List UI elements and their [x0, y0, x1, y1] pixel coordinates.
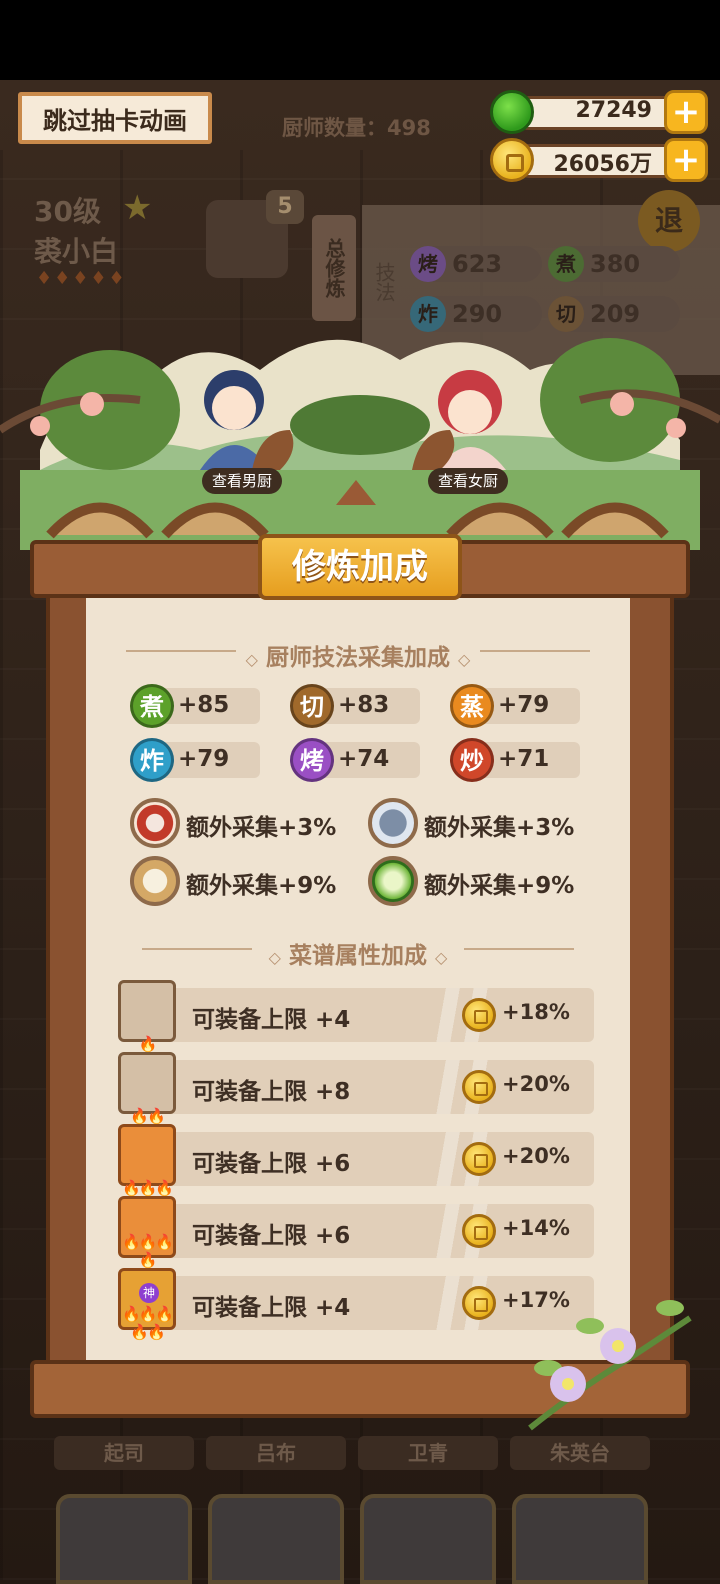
skill-cut: 切 +83 [290, 684, 420, 728]
recipe-book-icon: 🔥🔥 [118, 1052, 176, 1125]
recipe-book-icon: 🔥 [118, 980, 176, 1053]
skill-value: +83 [338, 692, 390, 718]
extra-collect-meat: 额外采集+3% [130, 798, 360, 848]
total-training-button: 总修炼 [312, 215, 356, 321]
chef-count: 厨师数量：498 [282, 116, 431, 140]
chef-list-name: 起司 [54, 1436, 194, 1470]
stirfry-icon: 炒 [450, 738, 494, 782]
chef-list-name: 吕布 [206, 1436, 346, 1470]
extra-collect-fish: 额外采集+3% [368, 798, 598, 848]
flour-icon [130, 856, 180, 906]
coin-icon [462, 1286, 496, 1320]
jade-currency: 27249 + [490, 90, 708, 134]
recipe-bonus-row: 🔥🔥🔥🔥 可装备上限 +6 +14% [118, 1196, 594, 1269]
extra-collect-vegetable: 额外采集+9% [368, 856, 598, 906]
recipe-bonus-row: 🔥🔥🔥 可装备上限 +6 +20% [118, 1124, 594, 1197]
recipe-section-title: 菜谱属性加成 [289, 943, 427, 969]
flower-decoration-icon [528, 1300, 692, 1431]
view-male-chef-button[interactable]: 查看男厨 [202, 468, 283, 494]
chef-level: 30级 [34, 195, 101, 228]
jade-amount: 27249 [575, 98, 652, 123]
skill-value: +74 [338, 746, 390, 772]
recipe-bonus-row: 🔥 可装备上限 +4 +18% [118, 980, 594, 1053]
star-icon: ★ [122, 188, 153, 228]
skill-value: +85 [178, 692, 230, 718]
skill-roast: 烤 +74 [290, 738, 420, 782]
recipe-bonus-row: 🔥🔥 可装备上限 +8 +20% [118, 1052, 594, 1125]
status-bar-area [0, 0, 720, 80]
divine-badge-icon: 神 [139, 1283, 159, 1303]
skill-side-label: 技法 [372, 262, 396, 302]
board-title: 修炼加成 [258, 534, 462, 600]
skip-animation-button[interactable]: 跳过抽卡动画 [18, 92, 212, 144]
skill-stirfry: 炒 +71 [450, 738, 580, 782]
cabbage-icon [368, 856, 418, 906]
skill-fry: 炸 +79 [130, 738, 260, 782]
coin-currency: 26056万 + [490, 138, 708, 182]
skill-value: +79 [498, 692, 550, 718]
chef-list-name: 卫青 [358, 1436, 498, 1470]
chef-name: 裘小白 [34, 235, 119, 268]
chef-list-name: 朱英台 [510, 1436, 650, 1470]
extra-collect-flour: 额外采集+9% [130, 856, 360, 906]
meat-icon [130, 798, 180, 848]
roast-icon: 烤 [290, 738, 334, 782]
skill-boil: 煮 +85 [130, 684, 260, 728]
view-female-chef-button[interactable]: 查看女厨 [428, 468, 509, 494]
bg-skill-boil: 煮 380 [548, 246, 680, 282]
skill-value: +71 [498, 746, 550, 772]
steam-icon: 蒸 [450, 684, 494, 728]
fish-icon [368, 798, 418, 848]
chef-card [360, 1494, 496, 1584]
bg-skill-roast: 烤 623 [410, 246, 542, 282]
garden-illustration [0, 338, 720, 550]
fry-icon: 炸 [130, 738, 174, 782]
recipe-section-header: ◇ 菜谱属性加成 ◇ [86, 936, 630, 970]
flame-rating-icon: ♦♦♦♦♦ [36, 268, 127, 289]
recipe-book-icon: 神 🔥🔥🔥🔥🔥 [118, 1268, 176, 1341]
skill-section-title: 厨师技法采集加成 [266, 645, 450, 671]
boil-icon: 煮 [130, 684, 174, 728]
recipe-book-icon: 🔥🔥🔥🔥 [118, 1196, 176, 1269]
recipe-book-icon: 🔥🔥🔥 [118, 1124, 176, 1197]
skill-value: +79 [178, 746, 230, 772]
coin-icon [462, 1214, 496, 1248]
chef-card [56, 1494, 192, 1584]
cut-icon: 切 [290, 684, 334, 728]
chef-card [208, 1494, 344, 1584]
coin-icon [462, 998, 496, 1032]
skill-section-header: ◇ 厨师技法采集加成 ◇ [86, 638, 630, 672]
item-count-badge: 5 [266, 190, 304, 224]
skill-steam: 蒸 +79 [450, 684, 580, 728]
coin-icon [462, 1142, 496, 1176]
coin-icon [462, 1070, 496, 1104]
coin-icon [490, 138, 534, 182]
add-jade-button[interactable]: + [664, 90, 708, 134]
exit-button: 退 [638, 190, 700, 252]
coin-amount: 26056万 [553, 152, 652, 177]
jade-icon [490, 90, 534, 134]
garden-scene [0, 320, 720, 550]
add-coin-button[interactable]: + [664, 138, 708, 182]
chef-card [512, 1494, 648, 1584]
